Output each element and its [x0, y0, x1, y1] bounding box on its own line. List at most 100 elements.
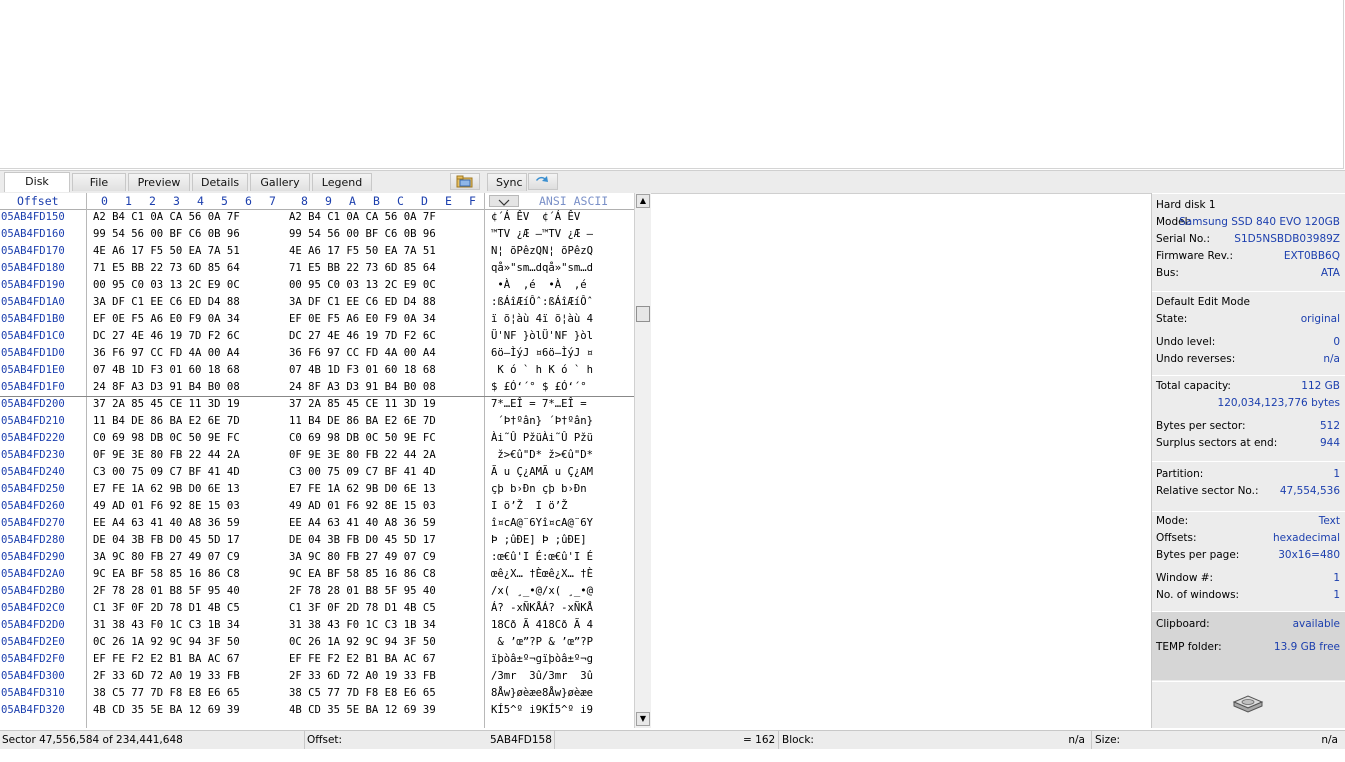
tab-details[interactable]: Details	[192, 173, 248, 191]
tab-legend[interactable]: Legend	[312, 173, 372, 191]
row-hex-right[interactable]: 2F 33 6D 72 A0 19 33 FB	[289, 668, 436, 685]
hex-row[interactable]: 05AB4FD240 C3 00 75 09 C7 BF 41 4D C3 00 7…	[0, 464, 634, 481]
row-hex-right[interactable]: 9C EA BF 58 85 16 86 C8	[289, 566, 436, 583]
hex-row[interactable]: 05AB4FD1E0 07 4B 1D F3 01 60 18 68 07 4B 1…	[0, 362, 634, 379]
row-hex-left[interactable]: 49 AD 01 F6 92 8E 15 03	[93, 498, 240, 515]
tab-file[interactable]: File	[72, 173, 126, 191]
row-offset[interactable]: 05AB4FD2A0	[1, 566, 65, 583]
row-offset[interactable]: 05AB4FD270	[1, 515, 65, 532]
sync-button[interactable]: Sync	[487, 173, 527, 191]
row-hex-left[interactable]: 99 54 56 00 BF C6 0B 96	[93, 226, 240, 243]
hex-row[interactable]: 05AB4FD200 37 2A 85 45 CE 11 3D 19 37 2A 8…	[0, 396, 634, 413]
row-hex-right[interactable]: 37 2A 85 45 CE 11 3D 19	[289, 396, 436, 413]
row-ascii[interactable]: ™TV ¿Æ –™TV ¿Æ –	[491, 226, 593, 243]
row-hex-left[interactable]: EE A4 63 41 40 A8 36 59	[93, 515, 240, 532]
scroll-up-button[interactable]: ▲	[636, 194, 650, 208]
hex-row[interactable]: 05AB4FD230 0F 9E 3E 80 FB 22 44 2A 0F 9E 3…	[0, 447, 634, 464]
row-offset[interactable]: 05AB4FD170	[1, 243, 65, 260]
row-ascii[interactable]: Þ ;ûÐE] Þ ;ûÐE]	[491, 532, 593, 549]
row-hex-right[interactable]: 11 B4 DE 86 BA E2 6E 7D	[289, 413, 436, 430]
row-ascii[interactable]: 7*…EÎ = 7*…EÎ =	[491, 396, 593, 413]
row-ascii[interactable]: & ’œ”?P & ’œ”?P	[491, 634, 593, 651]
sync-arrow-button[interactable]	[528, 173, 558, 190]
hex-row[interactable]: 05AB4FD2C0 C1 3F 0F 2D 78 D1 4B C5 C1 3F 0…	[0, 600, 634, 617]
row-hex-left[interactable]: 4B CD 35 5E BA 12 69 39	[93, 702, 240, 719]
row-ascii[interactable]: Á? -xÑKÅÁ? -xÑKÅ	[491, 600, 593, 617]
row-offset[interactable]: 05AB4FD280	[1, 532, 65, 549]
row-hex-left[interactable]: 3A 9C 80 FB 27 49 07 C9	[93, 549, 240, 566]
row-hex-left[interactable]: C1 3F 0F 2D 78 D1 4B C5	[93, 600, 240, 617]
row-offset[interactable]: 05AB4FD1F0	[1, 379, 65, 396]
hex-row[interactable]: 05AB4FD270 EE A4 63 41 40 A8 36 59 EE A4 6…	[0, 515, 634, 532]
row-hex-left[interactable]: 11 B4 DE 86 BA E2 6E 7D	[93, 413, 240, 430]
row-ascii[interactable]: Ài˜Û PžüÀi˜Û Pžü	[491, 430, 593, 447]
row-hex-left[interactable]: 0C 26 1A 92 9C 94 3F 50	[93, 634, 240, 651]
row-hex-right[interactable]: 00 95 C0 03 13 2C E9 0C	[289, 277, 436, 294]
row-ascii[interactable]: Ü'NF }òlÜ'NF }òl	[491, 328, 593, 345]
row-offset[interactable]: 05AB4FD2C0	[1, 600, 65, 617]
row-offset[interactable]: 05AB4FD2B0	[1, 583, 65, 600]
hex-row[interactable]: 05AB4FD180 71 E5 BB 22 73 6D 85 64 71 E5 B…	[0, 260, 634, 277]
hex-row[interactable]: 05AB4FD2E0 0C 26 1A 92 9C 94 3F 50 0C 26 1…	[0, 634, 634, 651]
row-ascii[interactable]: qå»"sm…dqå»"sm…d	[491, 260, 593, 277]
scroll-down-button[interactable]: ▼	[636, 712, 650, 726]
hex-row[interactable]: 05AB4FD320 4B CD 35 5E BA 12 69 39 4B CD 3…	[0, 702, 634, 719]
row-hex-right[interactable]: EE A4 63 41 40 A8 36 59	[289, 515, 436, 532]
hex-row[interactable]: 05AB4FD2B0 2F 78 28 01 B8 5F 95 40 2F 78 2…	[0, 583, 634, 600]
row-hex-left[interactable]: C0 69 98 DB 0C 50 9E FC	[93, 430, 240, 447]
row-hex-right[interactable]: 07 4B 1D F3 01 60 18 68	[289, 362, 436, 379]
row-hex-right[interactable]: EF 0E F5 A6 E0 F9 0A 34	[289, 311, 436, 328]
row-hex-left[interactable]: 3A DF C1 EE C6 ED D4 88	[93, 294, 240, 311]
vertical-scrollbar[interactable]: ▲ ▼	[634, 193, 651, 728]
row-ascii[interactable]: ï õ¦àù 4ï õ¦àù 4	[491, 311, 593, 328]
row-offset[interactable]: 05AB4FD190	[1, 277, 65, 294]
row-offset[interactable]: 05AB4FD180	[1, 260, 65, 277]
row-ascii[interactable]: ž>€û"D* ž>€û"D*	[491, 447, 593, 464]
row-offset[interactable]: 05AB4FD1D0	[1, 345, 65, 362]
hex-row[interactable]: 05AB4FD160 99 54 56 00 BF C6 0B 96 99 54 5…	[0, 226, 634, 243]
row-hex-left[interactable]: 37 2A 85 45 CE 11 3D 19	[93, 396, 240, 413]
row-hex-right[interactable]: 24 8F A3 D3 91 B4 B0 08	[289, 379, 436, 396]
hex-row[interactable]: 05AB4FD1F0 24 8F A3 D3 91 B4 B0 08 24 8F A…	[0, 379, 634, 397]
row-ascii[interactable]: :ßÁîÆíÔˆ:ßÁîÆíÔˆ	[491, 294, 593, 311]
hex-row[interactable]: 05AB4FD300 2F 33 6D 72 A0 19 33 FB 2F 33 6…	[0, 668, 634, 685]
row-hex-right[interactable]: A2 B4 C1 0A CA 56 0A 7F	[289, 209, 436, 226]
row-offset[interactable]: 05AB4FD230	[1, 447, 65, 464]
row-offset[interactable]: 05AB4FD240	[1, 464, 65, 481]
row-offset[interactable]: 05AB4FD200	[1, 396, 65, 413]
row-hex-right[interactable]: E7 FE 1A 62 9B D0 6E 13	[289, 481, 436, 498]
open-folder-button[interactable]	[450, 173, 480, 190]
scroll-thumb[interactable]	[636, 306, 650, 322]
row-hex-left[interactable]: 4E A6 17 F5 50 EA 7A 51	[93, 243, 240, 260]
hex-row[interactable]: 05AB4FD2D0 31 38 43 F0 1C C3 1B 34 31 38 4…	[0, 617, 634, 634]
row-hex-left[interactable]: 2F 78 28 01 B8 5F 95 40	[93, 583, 240, 600]
row-hex-left[interactable]: A2 B4 C1 0A CA 56 0A 7F	[93, 209, 240, 226]
row-ascii[interactable]: œê¿X… †Èœê¿X… †È	[491, 566, 593, 583]
row-ascii[interactable]: •À ,é •À ,é	[491, 277, 593, 294]
row-hex-left[interactable]: 2F 33 6D 72 A0 19 33 FB	[93, 668, 240, 685]
hex-row[interactable]: 05AB4FD310 38 C5 77 7D F8 E8 E6 65 38 C5 7…	[0, 685, 634, 702]
row-hex-right[interactable]: DC 27 4E 46 19 7D F2 6C	[289, 328, 436, 345]
row-hex-left[interactable]: 00 95 C0 03 13 2C E9 0C	[93, 277, 240, 294]
tab-disk[interactable]: Disk	[4, 172, 70, 192]
row-hex-right[interactable]: 4B CD 35 5E BA 12 69 39	[289, 702, 436, 719]
row-offset[interactable]: 05AB4FD250	[1, 481, 65, 498]
row-hex-right[interactable]: 31 38 43 F0 1C C3 1B 34	[289, 617, 436, 634]
row-hex-right[interactable]: C0 69 98 DB 0C 50 9E FC	[289, 430, 436, 447]
row-offset[interactable]: 05AB4FD2F0	[1, 651, 65, 668]
row-ascii[interactable]: 18Cð Ã 418Cð Ã 4	[491, 617, 593, 634]
row-offset[interactable]: 05AB4FD1A0	[1, 294, 65, 311]
charset-dropdown[interactable]	[489, 195, 519, 207]
row-ascii[interactable]: K ó ` h K ó ` h	[491, 362, 593, 379]
row-offset[interactable]: 05AB4FD1C0	[1, 328, 65, 345]
row-hex-left[interactable]: 71 E5 BB 22 73 6D 85 64	[93, 260, 240, 277]
row-offset[interactable]: 05AB4FD310	[1, 685, 65, 702]
row-hex-right[interactable]: 0F 9E 3E 80 FB 22 44 2A	[289, 447, 436, 464]
row-offset[interactable]: 05AB4FD2D0	[1, 617, 65, 634]
row-hex-right[interactable]: 99 54 56 00 BF C6 0B 96	[289, 226, 436, 243]
row-hex-left[interactable]: 31 38 43 F0 1C C3 1B 34	[93, 617, 240, 634]
hex-row[interactable]: 05AB4FD250 E7 FE 1A 62 9B D0 6E 13 E7 FE 1…	[0, 481, 634, 498]
row-hex-right[interactable]: 2F 78 28 01 B8 5F 95 40	[289, 583, 436, 600]
row-hex-left[interactable]: 9C EA BF 58 85 16 86 C8	[93, 566, 240, 583]
row-hex-right[interactable]: 36 F6 97 CC FD 4A 00 A4	[289, 345, 436, 362]
